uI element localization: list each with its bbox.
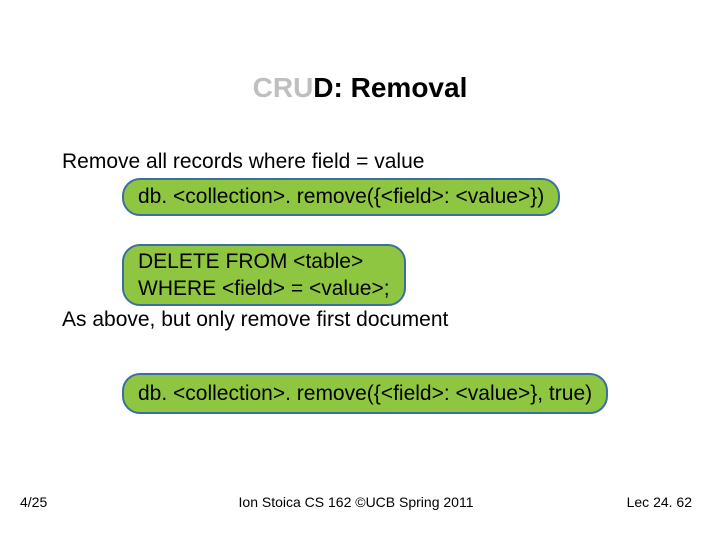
footer-lecture-number: Lec 24. 62 (627, 494, 692, 510)
title-faded-prefix: CRU (253, 72, 314, 103)
slide-content: Remove all records where field = value d… (62, 148, 680, 414)
title-rest: : Removal (334, 72, 468, 103)
description-remove-first: As above, but only remove first document (62, 306, 680, 334)
title-dark-letter: D (313, 72, 333, 103)
mongo-remove-first-code: db. <collection>. remove({<field>: <valu… (122, 373, 608, 414)
sql-line-2: WHERE <field> = <value>; (138, 275, 390, 302)
sql-delete-code: DELETE FROM <table> WHERE <field> = <val… (122, 244, 406, 307)
sql-line-1: DELETE FROM <table> (138, 248, 390, 275)
code-bubble-wrap-3: db. <collection>. remove({<field>: <valu… (122, 373, 680, 414)
code-bubble-wrap-1: db. <collection>. remove({<field>: <valu… (122, 178, 680, 215)
mongo-remove-code: db. <collection>. remove({<field>: <valu… (122, 178, 560, 215)
description-remove-all: Remove all records where field = value (62, 148, 680, 176)
slide-title: CRUD: Removal (0, 72, 720, 104)
footer-attribution: Ion Stoica CS 162 ©UCB Spring 2011 (20, 494, 692, 510)
